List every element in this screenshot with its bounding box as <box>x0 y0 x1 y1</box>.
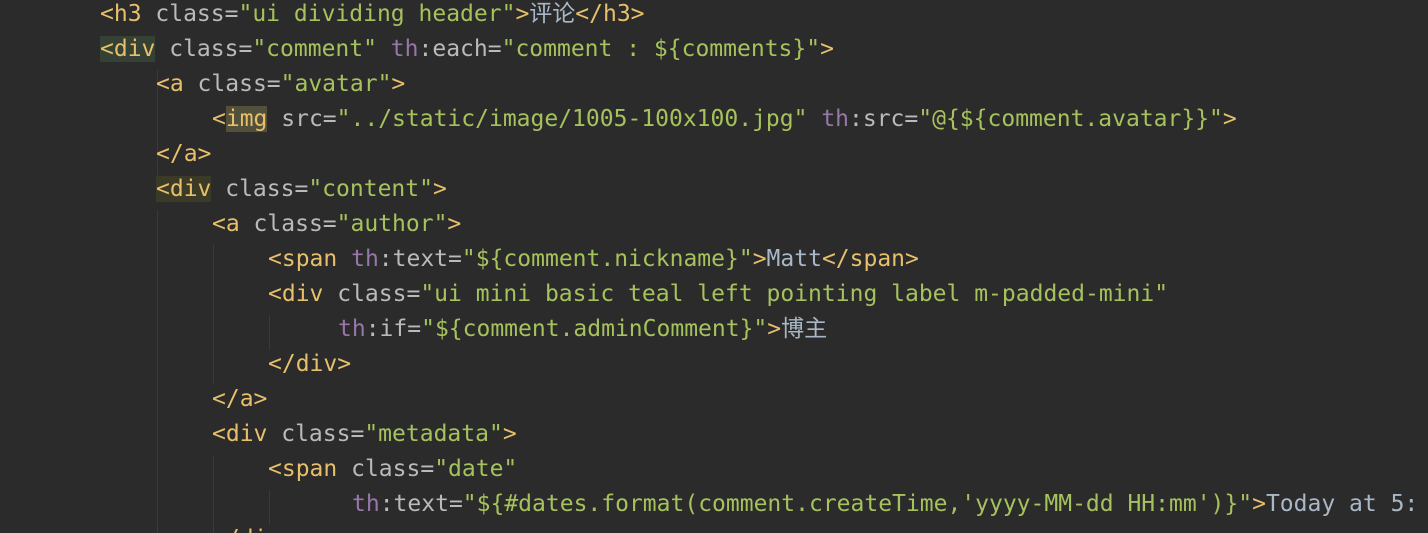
code-token: </di <box>212 526 267 533</box>
code-token: <div <box>100 36 156 62</box>
indent-guide <box>269 490 270 525</box>
code-token: < <box>212 106 226 132</box>
code-token: Matt <box>766 246 822 272</box>
code-line[interactable]: th:if="${comment.adminComment}">博主 <box>338 312 827 347</box>
code-token: </span> <box>821 246 919 272</box>
code-token: </a> <box>212 386 268 412</box>
code-token: th <box>338 316 366 342</box>
indent-guide <box>157 210 158 533</box>
code-token: </a> <box>156 141 212 167</box>
code-token: </div> <box>268 351 352 377</box>
code-token: > <box>502 421 517 447</box>
code-line[interactable]: <span th:text="${comment.nickname}">Matt… <box>268 242 919 277</box>
code-token: "author" <box>336 211 448 237</box>
code-token: <a <box>212 211 240 237</box>
code-token: > <box>1222 106 1237 132</box>
code-token: class= <box>323 281 421 307</box>
code-line[interactable]: </di <box>212 522 267 533</box>
code-token: class= <box>239 211 337 237</box>
code-token: > <box>432 176 447 202</box>
code-token: "date" <box>434 456 518 482</box>
code-line[interactable]: th:text="${#dates.format(comment.createT… <box>352 487 1418 522</box>
code-token: </h3> <box>575 1 645 27</box>
code-token: class= <box>141 1 239 27</box>
code-token: > <box>752 246 767 272</box>
code-line[interactable]: </div> <box>268 347 351 382</box>
code-line[interactable]: <span class="date" <box>268 452 517 487</box>
code-token: :text= <box>378 246 462 272</box>
code-token: Today at 5: <box>1265 491 1419 517</box>
code-token: class= <box>337 456 435 482</box>
code-token: "comment" <box>252 36 377 62</box>
code-token: <div <box>156 176 212 202</box>
code-token: th <box>376 36 419 62</box>
code-token: > <box>447 211 462 237</box>
code-line[interactable]: <div class="comment" th:each="comment : … <box>100 32 834 67</box>
code-token: <div <box>268 281 324 307</box>
code-token: <h3 <box>100 1 142 27</box>
code-line[interactable]: </a> <box>156 137 211 172</box>
code-line[interactable]: <a class="avatar"> <box>156 67 405 102</box>
code-token: class= <box>267 421 365 447</box>
code-token: :src= <box>849 106 919 132</box>
code-line[interactable]: <div class="content"> <box>156 172 447 207</box>
code-token: 评论 <box>529 1 576 27</box>
code-token: :text= <box>379 491 463 517</box>
code-token: "content" <box>308 176 433 202</box>
code-token: "ui mini basic teal left pointing label … <box>420 281 1169 307</box>
code-token: > <box>515 1 530 27</box>
code-token: > <box>391 71 406 97</box>
code-token: <a <box>156 71 184 97</box>
code-token: class= <box>211 176 309 202</box>
code-line[interactable]: <div class="metadata"> <box>212 417 517 452</box>
code-line[interactable]: <img src="../static/image/1005-100x100.j… <box>212 102 1237 137</box>
indent-guide <box>213 245 214 385</box>
code-token: "metadata" <box>364 421 503 447</box>
code-token: :each= <box>418 36 502 62</box>
code-line[interactable]: <a class="author"> <box>212 207 461 242</box>
code-token: class= <box>155 36 253 62</box>
code-token: > <box>820 36 834 62</box>
code-line[interactable]: <div class="ui mini basic teal left poin… <box>268 277 1168 312</box>
code-token: src= <box>267 106 337 132</box>
code-token: :if= <box>365 316 422 342</box>
code-token: > <box>767 316 782 342</box>
code-token: "${comment.nickname}" <box>461 246 753 272</box>
code-line[interactable]: <h3 class="ui dividing header">评论</h3> <box>100 0 645 32</box>
code-token: "ui dividing header" <box>238 1 516 27</box>
code-editor[interactable]: <h3 class="ui dividing header">评论</h3> <… <box>0 0 1428 533</box>
code-token: > <box>1252 491 1266 517</box>
code-token: <span <box>268 246 338 272</box>
code-token: img <box>225 106 268 132</box>
code-token: "../static/image/1005-100x100.jpg" <box>336 106 808 132</box>
code-token: "avatar" <box>280 71 392 97</box>
indent-guide <box>269 315 270 350</box>
code-line[interactable]: </a> <box>212 382 267 417</box>
code-token: 博主 <box>781 316 828 342</box>
code-token: th <box>807 106 850 132</box>
code-token: th <box>337 246 379 272</box>
code-token: <span <box>268 456 338 482</box>
code-token: class= <box>183 71 281 97</box>
code-token: <div <box>212 421 268 447</box>
code-token: "@{${comment.avatar}}" <box>918 106 1223 132</box>
code-token: "${#dates.format(comment.createTime,'yyy… <box>462 491 1253 517</box>
code-token: th <box>352 491 380 517</box>
code-token: "${comment.adminComment}" <box>421 316 768 342</box>
code-token: "comment : ${comments}" <box>501 36 821 62</box>
